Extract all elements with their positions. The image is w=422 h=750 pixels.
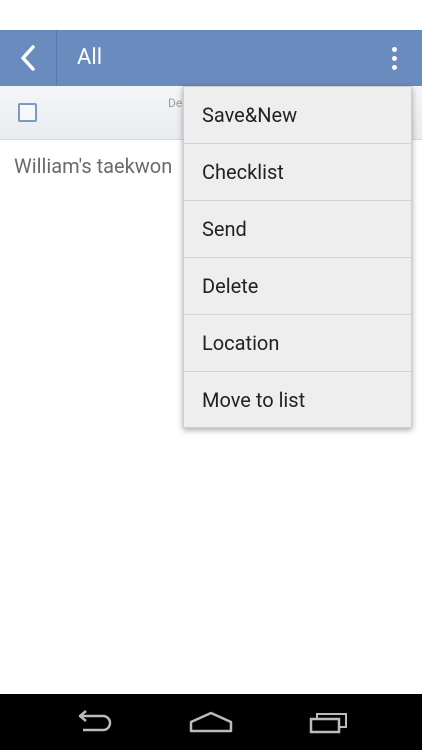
back-arrow-icon (78, 710, 112, 732)
menu-item-move-to-list[interactable]: Move to list (184, 372, 411, 429)
nav-recents-button[interactable] (289, 694, 369, 750)
overflow-menu-button[interactable] (366, 30, 422, 86)
page-title: All (77, 45, 103, 70)
menu-item-send[interactable]: Send (184, 201, 411, 258)
nav-back-button[interactable] (54, 694, 134, 750)
overflow-menu: Save&New Checklist Send Delete Location … (183, 86, 412, 428)
home-icon (189, 711, 233, 733)
back-button[interactable] (0, 30, 56, 86)
more-vertical-icon (391, 45, 397, 72)
action-bar-divider (56, 30, 57, 86)
chevron-left-icon (21, 45, 35, 71)
menu-item-save-new[interactable]: Save&New (184, 87, 411, 144)
menu-item-checklist[interactable]: Checklist (184, 144, 411, 201)
menu-item-location[interactable]: Location (184, 315, 411, 372)
status-bar (0, 0, 422, 30)
action-bar: All (0, 30, 422, 86)
system-nav-bar (0, 694, 422, 750)
nav-home-button[interactable] (171, 694, 251, 750)
menu-item-delete[interactable]: Delete (184, 258, 411, 315)
sort-label: De (168, 96, 183, 110)
recent-apps-icon (309, 713, 347, 734)
select-all-checkbox[interactable] (18, 103, 37, 122)
note-list-item[interactable]: William's taekwon (14, 154, 172, 178)
